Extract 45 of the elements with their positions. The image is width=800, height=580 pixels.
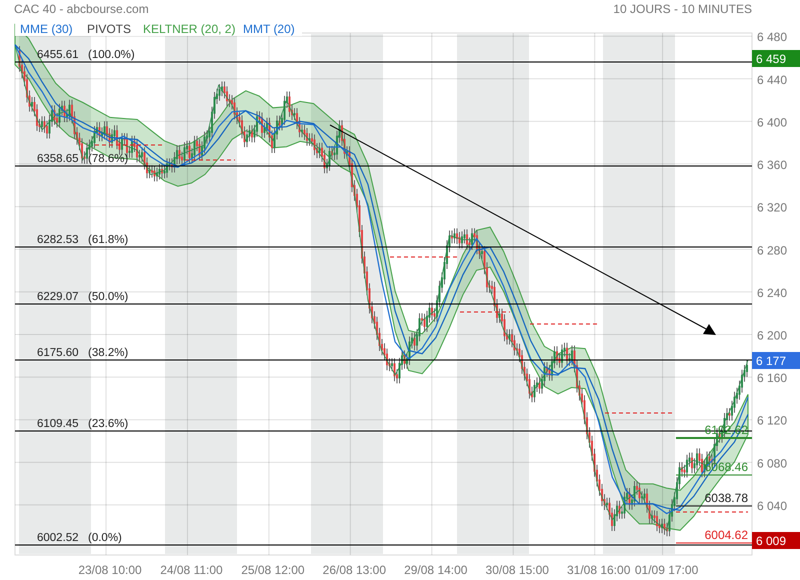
legend-item: KELTNER (20, 2): [143, 22, 236, 36]
pivot-value: 6038.78: [704, 491, 748, 505]
fibonacci-value: 6109.45: [37, 418, 79, 430]
fibonacci-percent: (38.2%): [88, 347, 128, 359]
pivot-value: 6004.62: [704, 528, 748, 542]
y-axis-label: 6 480: [757, 30, 788, 44]
x-axis-label: 29/08 14:00: [404, 563, 468, 577]
fibonacci-value: 6002.52: [37, 532, 79, 544]
fibonacci-value: 6455.61: [37, 49, 79, 61]
y-axis-label: 6 200: [757, 328, 788, 342]
fibonacci-percent: (50.0%): [88, 291, 128, 303]
y-axis-label: 6 320: [757, 200, 788, 215]
y-axis-label: 6 240: [757, 286, 788, 300]
y-axis-label: 6 040: [757, 498, 788, 513]
fibonacci-percent: (100.0%): [88, 49, 135, 61]
fibonacci-value: 6282.53: [37, 234, 79, 246]
fibonacci-percent: (23.6%): [88, 418, 128, 430]
y-axis-label: 6 440: [757, 72, 788, 87]
y-axis-label: 6 160: [757, 371, 788, 386]
fibonacci-value: 6175.60: [37, 347, 79, 359]
period-label: 10 JOURS - 10 MINUTES: [613, 2, 752, 16]
fibonacci-percent: (0.0%): [88, 532, 122, 544]
price-tag-value: 6 009: [756, 534, 786, 548]
fibonacci-percent: (78.6%): [88, 153, 128, 165]
y-axis-label: 6 400: [757, 115, 788, 130]
legend-item: PIVOTS: [87, 22, 132, 36]
price-tag-value: 6 459: [756, 52, 786, 66]
y-axis-label: 6 280: [757, 243, 788, 258]
y-axis-label: 6 080: [757, 456, 788, 470]
legend-item: MME (30): [20, 22, 73, 36]
x-axis-label: 24/08 11:00: [160, 563, 223, 577]
x-axis-label: 30/08 15:00: [486, 563, 549, 577]
price-tag-value: 6 177: [756, 354, 786, 368]
x-axis-label: 01/09 17:00: [634, 563, 698, 577]
y-axis-label: 6 360: [757, 158, 788, 172]
y-axis-label: 6 120: [757, 414, 788, 428]
legend-item: MMT (20): [243, 22, 295, 36]
fibonacci-value: 6358.65: [37, 153, 79, 165]
x-axis-label: 26/08 13:00: [322, 563, 386, 577]
x-axis-label: 25/08 12:00: [241, 563, 305, 577]
fibonacci-value: 6229.07: [37, 291, 79, 303]
chart-title: CAC 40 - abcbourse.com: [14, 2, 149, 16]
x-axis-label: 31/08 16:00: [566, 563, 630, 577]
fibonacci-percent: (61.8%): [88, 234, 128, 246]
x-axis-label: 23/08 10:00: [78, 563, 142, 577]
